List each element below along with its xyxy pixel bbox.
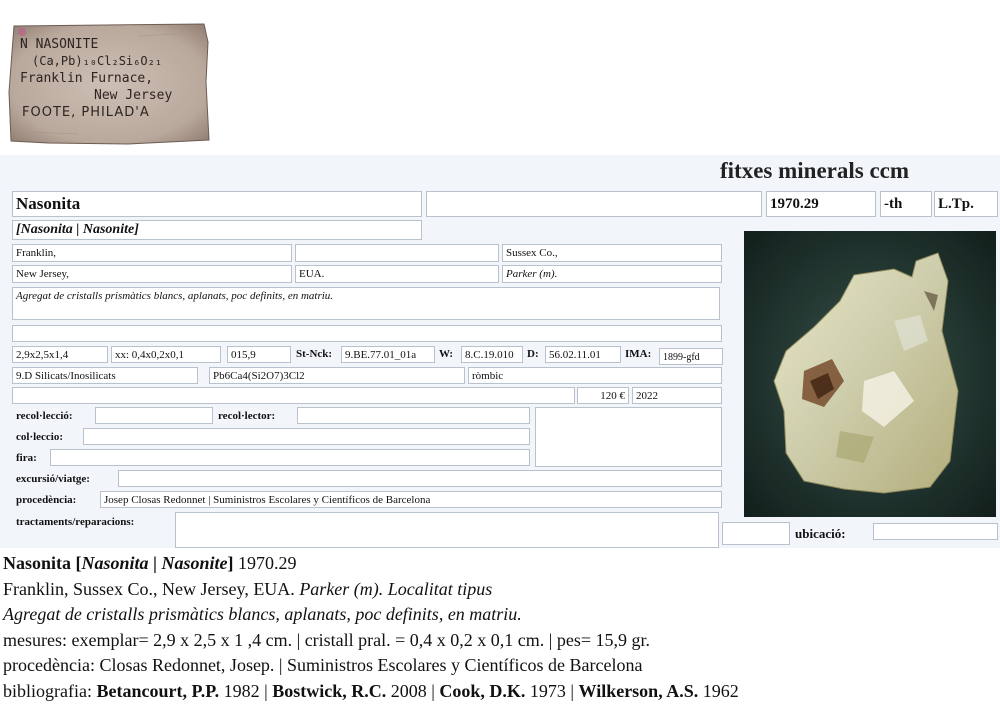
collector-locality-field[interactable]: Parker (m). xyxy=(502,265,722,283)
ref-sep-2: | xyxy=(426,680,440,701)
treatments-field[interactable] xyxy=(175,512,719,548)
old-label-line-5: FOOTE, PHILAD'A xyxy=(22,105,150,120)
collection-label: col·leccio: xyxy=(16,431,64,443)
recollector-field[interactable] xyxy=(297,407,530,424)
crystal-size-field[interactable]: xx: 0,4x0,2x0,1 xyxy=(111,346,221,363)
summary-syn-1: Nasonita xyxy=(81,553,149,573)
provenance-label: procedència: xyxy=(16,494,77,506)
class-field[interactable]: 9.D Silicats/Inosilicats xyxy=(12,367,198,384)
collection-field[interactable] xyxy=(83,428,530,445)
summary-title-line: Nasonita [Nasonita | Nasonite] 1970.29 xyxy=(3,551,997,577)
ltp-field[interactable]: L.Tp. xyxy=(934,191,998,217)
ref-author-4: Wilkerson, A.S. xyxy=(578,680,699,701)
old-label-line-2: (Ca,Pb)₁₀Cl₂Si₆O₂₁ xyxy=(32,54,163,68)
excursion-field[interactable] xyxy=(118,470,722,487)
specimen-size-field[interactable]: 2,9x2,5x1,4 xyxy=(12,346,108,363)
county-field[interactable]: Sussex Co., xyxy=(502,244,722,262)
price-spacer-field[interactable] xyxy=(12,387,575,404)
summary-measures: mesures: exemplar= 2,9 x 2,5 x 1 ,4 cm. … xyxy=(3,629,651,650)
location-code-field[interactable] xyxy=(722,522,790,545)
treatments-label: tractaments/reparacions: xyxy=(16,516,135,528)
mineral-name-field[interactable]: Nasonita xyxy=(12,191,422,217)
extra-name-field[interactable] xyxy=(426,191,762,217)
summary-block: Nasonita [Nasonita | Nasonite] 1970.29 F… xyxy=(3,551,997,704)
country-field[interactable]: EUA. xyxy=(295,265,499,283)
old-label-line-3: Franklin Furnace, xyxy=(20,71,154,86)
ref-author-2: Bostwick, R.C. xyxy=(272,680,387,701)
summary-biblio-label: bibliografia: xyxy=(3,680,92,701)
ref-year-1: 1982 xyxy=(223,680,260,701)
price-field[interactable]: 120 € xyxy=(577,387,629,404)
summary-locality-line: Franklin, Sussex Co., New Jersey, EUA. P… xyxy=(3,577,997,603)
summary-syn-2: Nasonite xyxy=(161,553,228,573)
summary-syn-close: ] xyxy=(227,553,234,573)
fair-label: fira: xyxy=(16,452,37,464)
recollector-label: recol·lector: xyxy=(218,410,276,422)
recollection-field[interactable] xyxy=(95,407,213,424)
notes-field[interactable] xyxy=(12,325,722,342)
recollection-label: recol·lecció: xyxy=(16,410,73,422)
catalog-number-field[interactable]: 1970.29 xyxy=(766,191,876,217)
ref-year-3: 1973 xyxy=(529,680,566,701)
crystal-system-field[interactable]: ròmbic xyxy=(468,367,722,384)
old-label-line-1: N NASONITE xyxy=(20,37,99,52)
brand-title: fitxes minerals ccm xyxy=(720,158,910,183)
location-field[interactable] xyxy=(873,523,998,540)
w-field[interactable]: 8.C.19.010 xyxy=(461,346,523,363)
weight-field[interactable]: 015,9 xyxy=(227,346,291,363)
summary-locality: Franklin, Sussex Co., New Jersey, EUA. xyxy=(3,578,295,599)
ref-author-1: Betancourt, P.P. xyxy=(96,680,220,701)
old-label-line-4: New Jersey xyxy=(94,88,173,103)
ref-year-4: 1962 xyxy=(702,680,739,701)
formula-field[interactable]: Pb6Ca4(Si2O7)3Cl2 xyxy=(209,367,465,384)
location-label: ubicació: xyxy=(795,526,846,541)
d-field[interactable]: 56.02.11.01 xyxy=(545,346,621,363)
provenance-field[interactable]: Josep Closas Redonnet | Suministros Esco… xyxy=(100,491,722,508)
description-field[interactable]: Agregat de cristalls prismàtics blancs, … xyxy=(12,287,720,320)
summary-bibliography-line: bibliografia: Betancourt, P.P. 1982 | Bo… xyxy=(3,679,997,705)
locality-field-2[interactable] xyxy=(295,244,499,262)
d-label: D: xyxy=(527,348,539,360)
ref-author-3: Cook, D.K. xyxy=(439,680,526,701)
strunz-nickel-label: St-Nck: xyxy=(296,348,333,360)
w-label: W: xyxy=(439,348,454,360)
locality-field-1[interactable]: Franklin, xyxy=(12,244,292,262)
year-field[interactable]: 2022 xyxy=(632,387,722,404)
summary-name: Nasonita xyxy=(3,553,72,573)
ima-field[interactable]: 1899-gfd xyxy=(659,348,723,365)
ref-sep-3: | xyxy=(565,680,579,701)
old-specimen-label: N NASONITE (Ca,Pb)₁₀Cl₂Si₆O₂₁ Franklin F… xyxy=(8,22,210,146)
ref-year-2: 2008 xyxy=(390,680,427,701)
th-field[interactable]: -th xyxy=(880,191,932,217)
state-field[interactable]: New Jersey, xyxy=(12,265,292,283)
ima-label: IMA: xyxy=(625,348,652,360)
summary-locality-note: Parker (m). Localitat tipus xyxy=(299,578,493,599)
fair-field[interactable] xyxy=(50,449,530,466)
mineral-specimen-image xyxy=(744,231,996,517)
side-notes-field[interactable] xyxy=(535,407,722,467)
synonyms-field[interactable]: [Nasonita | Nasonite] xyxy=(12,220,422,240)
strunz-nickel-field[interactable]: 9.BE.77.01_01a xyxy=(341,346,435,363)
specimen-photo xyxy=(744,231,996,517)
summary-catalog: 1970.29 xyxy=(238,553,297,573)
summary-description: Agregat de cristalls prismàtics blancs, … xyxy=(3,604,522,624)
summary-provenance: procedència: Closas Redonnet, Josep. | S… xyxy=(3,655,643,675)
summary-syn-sep: | xyxy=(148,553,162,573)
excursion-label: excursió/viatge: xyxy=(16,473,90,485)
ref-sep-1: | xyxy=(259,680,273,701)
